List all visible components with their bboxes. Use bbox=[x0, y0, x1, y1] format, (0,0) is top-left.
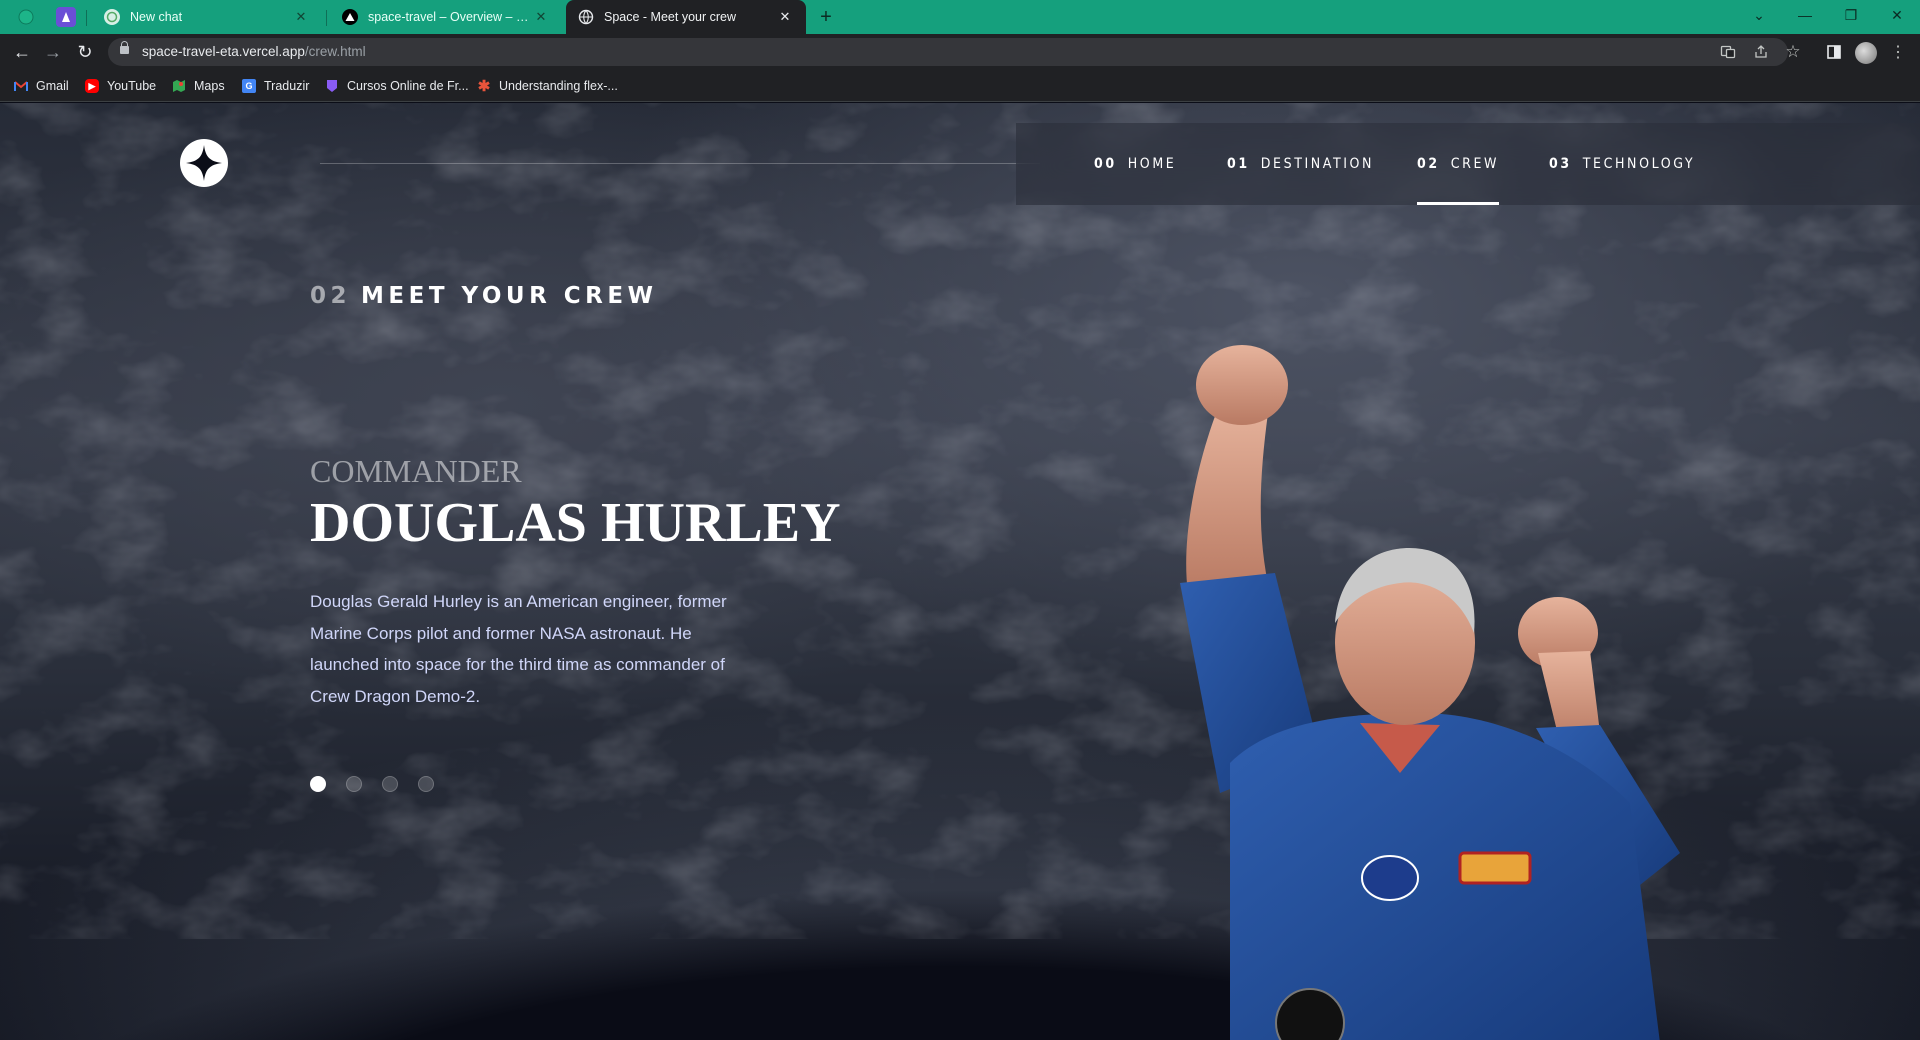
url-text[interactable]: space-travel-eta.vercel.app/crew.html bbox=[142, 44, 366, 59]
crew-member-image bbox=[1180, 345, 1680, 1040]
crew-slider-dots bbox=[310, 776, 434, 792]
forward-icon[interactable]: → bbox=[41, 40, 65, 64]
slider-dot-2[interactable] bbox=[346, 776, 362, 792]
header-divider-line bbox=[320, 163, 1040, 164]
share-icon[interactable] bbox=[1749, 40, 1773, 64]
close-tab-icon[interactable]: ✕ bbox=[776, 8, 794, 26]
translate-icon[interactable] bbox=[1716, 40, 1740, 64]
maps-icon bbox=[172, 79, 186, 93]
lock-icon bbox=[120, 41, 129, 54]
side-panel-icon[interactable] bbox=[1822, 40, 1846, 64]
bookmark-youtube[interactable]: ▶ YouTube bbox=[85, 77, 156, 95]
pinned-tab-globe-icon[interactable] bbox=[16, 7, 36, 27]
vercel-icon bbox=[342, 9, 358, 25]
tab-title: space-travel – Overview – Vercel bbox=[368, 10, 532, 24]
tab-new-chat[interactable]: New chat ✕ bbox=[92, 0, 322, 34]
close-tab-icon[interactable]: ✕ bbox=[532, 8, 550, 26]
bookmark-understanding-flex[interactable]: ✱ Understanding flex-... bbox=[477, 77, 618, 95]
asterisk-icon: ✱ bbox=[477, 78, 491, 95]
bookmark-star-icon[interactable]: ☆ bbox=[1781, 40, 1805, 64]
crew-bio: Douglas Gerald Hurley is an American eng… bbox=[310, 592, 727, 706]
bookmark-traduzir[interactable]: G Traduzir bbox=[242, 77, 309, 95]
gmail-icon bbox=[14, 79, 28, 93]
reload-icon[interactable]: ↻ bbox=[73, 40, 97, 64]
youtube-icon: ▶ bbox=[85, 79, 99, 93]
globe-icon bbox=[578, 9, 594, 25]
browser-toolbar: ← → ↻ space-travel-eta.vercel.app/crew.h… bbox=[0, 34, 1920, 70]
menu-kebab-icon[interactable]: ⋮ bbox=[1886, 40, 1910, 64]
slider-dot-3[interactable] bbox=[382, 776, 398, 792]
new-tab-button[interactable]: + bbox=[815, 6, 837, 28]
tab-vercel-overview[interactable]: space-travel – Overview – Vercel ✕ bbox=[330, 0, 562, 34]
minimize-button[interactable]: — bbox=[1782, 0, 1828, 30]
pinned-tab-extension-icon[interactable] bbox=[56, 7, 76, 27]
profile-avatar[interactable] bbox=[1855, 42, 1877, 64]
restore-button[interactable]: ❐ bbox=[1828, 0, 1874, 30]
chatgpt-icon bbox=[104, 9, 120, 25]
tab-bar: New chat ✕ space-travel – Overview – Ver… bbox=[0, 0, 1920, 34]
bookmarks-bar: Gmail ▶ YouTube Maps G Traduzir Cursos O… bbox=[0, 70, 1920, 102]
crew-page: 00 HOME 01 DESTINATION 02 CREW 03 TECHNOLOGY… bbox=[0, 103, 1920, 1040]
close-window-button[interactable]: ✕ bbox=[1874, 0, 1920, 30]
tab-title: Space - Meet your crew bbox=[604, 10, 736, 24]
tab-title: New chat bbox=[130, 10, 183, 24]
slider-dot-1[interactable] bbox=[310, 776, 326, 792]
nav-item-technology[interactable]: 03 TECHNOLOGY bbox=[1549, 123, 1695, 205]
back-icon[interactable]: ← bbox=[10, 40, 34, 64]
crew-name: DOUGLAS HURLEY bbox=[310, 492, 841, 554]
address-bar[interactable]: space-travel-eta.vercel.app/crew.html bbox=[108, 38, 1788, 66]
bookmark-maps[interactable]: Maps bbox=[172, 77, 225, 95]
tab-search-icon[interactable]: ⌄ bbox=[1736, 0, 1782, 30]
course-icon bbox=[325, 79, 339, 93]
nav-item-home[interactable]: 00 HOME bbox=[1094, 123, 1176, 205]
main-nav: 00 HOME 01 DESTINATION 02 CREW 03 TECHNOLOGY bbox=[1016, 123, 1920, 205]
close-tab-icon[interactable]: ✕ bbox=[292, 8, 310, 26]
nav-item-crew[interactable]: 02 CREW bbox=[1417, 123, 1500, 205]
crew-role: COMMANDER bbox=[310, 453, 522, 489]
bookmark-cursos-online[interactable]: Cursos Online de Fr... bbox=[325, 77, 469, 95]
slider-dot-4[interactable] bbox=[418, 776, 434, 792]
translate-icon: G bbox=[242, 79, 256, 93]
site-logo-star-icon[interactable] bbox=[180, 139, 228, 187]
tab-meet-your-crew[interactable]: Space - Meet your crew ✕ bbox=[566, 0, 806, 34]
nav-item-destination[interactable]: 01 DESTINATION bbox=[1227, 123, 1374, 205]
page-subheading: 02 MEET YOUR CREW bbox=[310, 283, 658, 309]
bookmark-gmail[interactable]: Gmail bbox=[14, 77, 69, 95]
